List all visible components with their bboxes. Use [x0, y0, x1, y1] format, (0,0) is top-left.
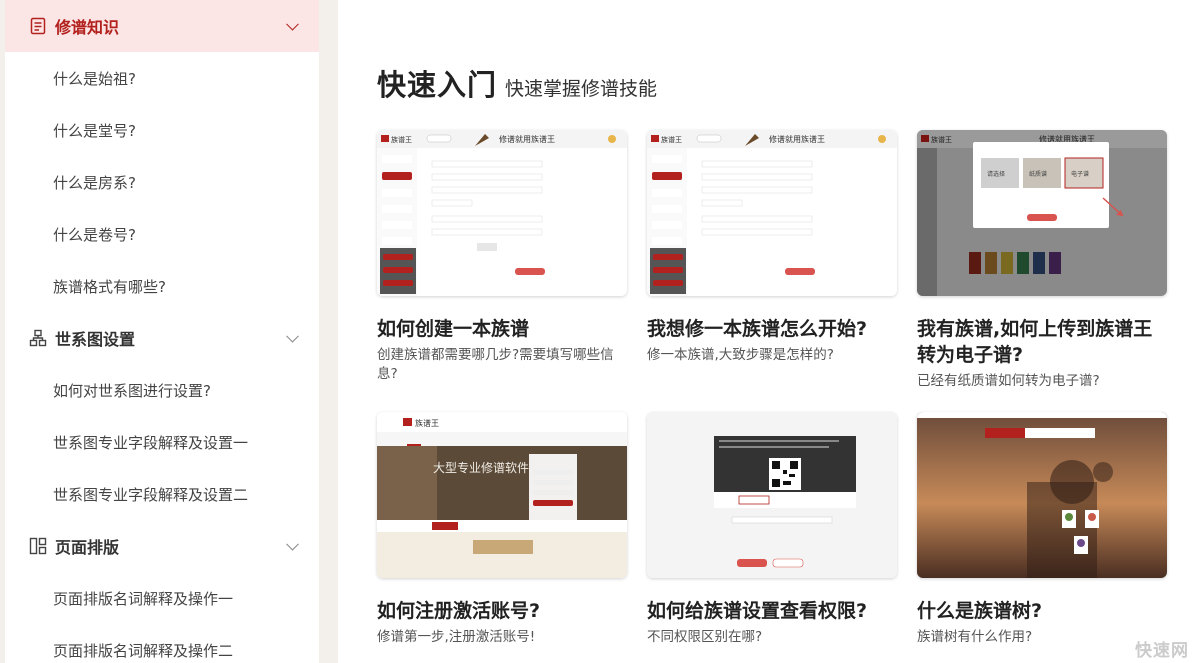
card-thumbnail: 族谱王 修谱就用族谱王: [647, 130, 897, 296]
card-title: 如何给族谱设置查看权限?: [647, 600, 868, 622]
start-genealogy-form-screenshot: 族谱王 修谱就用族谱王: [647, 130, 897, 296]
sidebar-category-page-layout[interactable]: 页面排版: [5, 520, 319, 572]
card-thumbnail: [647, 412, 897, 578]
brand-logo-text: 族谱王: [391, 135, 412, 144]
dialog-option: 电子谱: [1071, 170, 1089, 178]
sidebar-category-knowledge[interactable]: 修谱知识: [5, 0, 319, 52]
card-description: 修一本族谱,大致步骤是怎样的?: [647, 347, 834, 363]
card-title: 如何创建一本族谱: [377, 318, 530, 340]
main-content: 快速入门 快速掌握修谱技能 族谱王 修谱就用族谱王 如何创建一本族谱 创建族谱都…: [338, 0, 1195, 663]
tutorial-card[interactable]: 如何给族谱设置查看权限? 不同权限区别在哪?: [647, 412, 897, 647]
sidebar-item[interactable]: 世系图专业字段解释及设置二: [5, 468, 319, 520]
sidebar-category-label: 修谱知识: [55, 18, 120, 37]
card-title: 我想修一本族谱怎么开始?: [647, 318, 868, 340]
calligraphy-text: 修谱就用族谱王: [499, 134, 555, 144]
family-tree-screenshot: [917, 412, 1167, 578]
card-description: 创建族谱都需要哪几步?需要填写哪些信息?: [377, 347, 614, 382]
tutorial-card[interactable]: 族谱王 修谱就用族谱王: [647, 130, 897, 365]
layout-icon: [29, 537, 47, 555]
register-homepage-screenshot: 族谱王 大型专业修谱软件: [377, 412, 627, 578]
tutorial-card[interactable]: 族谱王 大型专业修谱软件 如何注册激活账号? 修谱第一步,注册激活账号!: [377, 412, 627, 647]
card-thumbnail: 族谱王 修谱就用族谱王: [377, 130, 627, 296]
sidebar-panel: 修谱知识 什么是始祖? 什么是堂号? 什么是房系? 什么是卷号? 族谱格式有哪些…: [5, 0, 319, 663]
card-thumbnail: 族谱王 大型专业修谱软件: [377, 412, 627, 578]
chevron-down-icon: [286, 329, 299, 343]
card-description: 不同权限区别在哪?: [647, 629, 763, 645]
card-title: 如何注册激活账号?: [377, 600, 541, 622]
card-title: 什么是族谱树?: [917, 600, 1043, 622]
sidebar-item[interactable]: 世系图专业字段解释及设置一: [5, 416, 319, 468]
org-chart-icon: [29, 329, 47, 347]
dialog-option: 请选择: [987, 170, 1005, 178]
sidebar-category-label: 世系图设置: [55, 330, 136, 349]
create-genealogy-form-screenshot: 族谱王 修谱就用族谱王: [377, 130, 627, 296]
sidebar-item[interactable]: 如何对世系图进行设置?: [5, 364, 319, 416]
tutorial-card[interactable]: 族谱王 修谱就用族谱王 请选择 纸质谱 电子谱 我有族谱,如何上传到族谱王转为电…: [917, 130, 1167, 391]
sidebar: 修谱知识 什么是始祖? 什么是堂号? 什么是房系? 什么是卷号? 族谱格式有哪些…: [0, 0, 338, 663]
tutorial-card[interactable]: 什么是族谱树? 族谱树有什么作用?: [917, 412, 1167, 647]
sidebar-item[interactable]: 什么是始祖?: [5, 52, 319, 104]
sidebar-item[interactable]: 页面排版名词解释及操作二: [5, 624, 319, 663]
card-thumbnail: [917, 412, 1167, 578]
brand-logo-text: 族谱王: [415, 418, 439, 428]
card-thumbnail: 族谱王 修谱就用族谱王 请选择 纸质谱 电子谱: [917, 130, 1167, 296]
dialog-option: 纸质谱: [1029, 170, 1047, 178]
chevron-down-icon: [286, 17, 299, 31]
card-description: 修谱第一步,注册激活账号!: [377, 629, 536, 645]
sidebar-item[interactable]: 什么是房系?: [5, 156, 319, 208]
calligraphy-text: 修谱就用族谱王: [769, 134, 825, 144]
watermark: 快速网: [1135, 641, 1189, 661]
sidebar-category-lineage-chart[interactable]: 世系图设置: [5, 312, 319, 364]
tutorial-card[interactable]: 族谱王 修谱就用族谱王: [377, 130, 627, 384]
section-title: 快速入门: [377, 68, 498, 102]
permission-settings-screenshot: [647, 412, 897, 578]
banner-text: 大型专业修谱软件: [433, 460, 529, 475]
sidebar-item[interactable]: 页面排版名词解释及操作一: [5, 572, 319, 624]
sidebar-item[interactable]: 什么是卷号?: [5, 208, 319, 260]
upload-dialog-screenshot: 族谱王 修谱就用族谱王 请选择 纸质谱 电子谱: [917, 130, 1167, 296]
brand-logo-text: 族谱王: [931, 135, 952, 144]
sidebar-item[interactable]: 什么是堂号?: [5, 104, 319, 156]
section-subtitle: 快速掌握修谱技能: [505, 78, 658, 100]
sidebar-item[interactable]: 族谱格式有哪些?: [5, 260, 319, 312]
card-title: 我有族谱,如何上传到族谱王转为电子谱?: [917, 318, 1153, 366]
card-description: 族谱树有什么作用?: [917, 629, 1033, 645]
section-heading: 快速入门 快速掌握修谱技能: [377, 62, 657, 104]
card-description: 已经有纸质谱如何转为电子谱?: [917, 373, 1100, 389]
brand-logo-text: 族谱王: [661, 135, 682, 144]
sidebar-category-label: 页面排版: [55, 538, 120, 557]
chevron-down-icon: [286, 537, 299, 551]
document-icon: [30, 17, 46, 35]
